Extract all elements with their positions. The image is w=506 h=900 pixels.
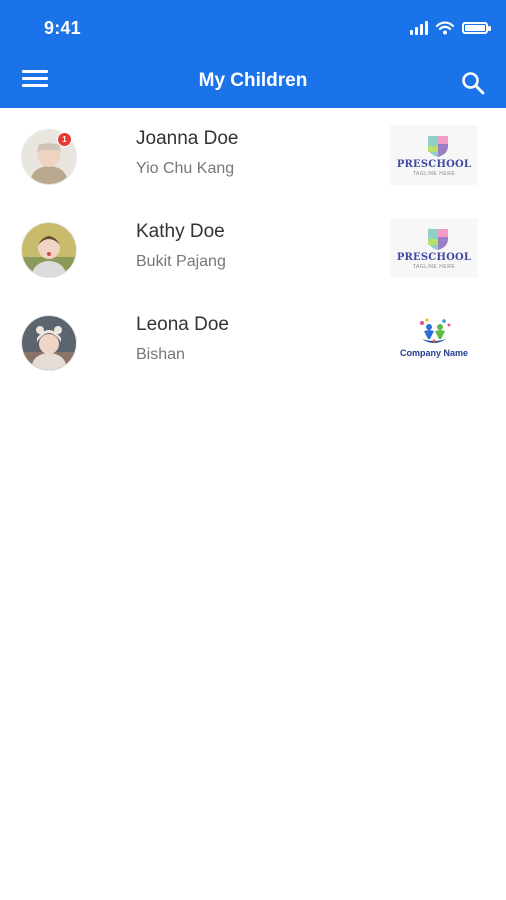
signal-icon [410,21,428,35]
preschool-logo: PRESCHOOL TAGLINE HERE [390,218,478,278]
child-name: Joanna Doe [136,128,239,149]
search-icon[interactable] [460,70,486,96]
logo-text: PRESCHOOL [396,159,472,170]
battery-icon [462,22,491,34]
status-time: 9:41 [44,18,81,38]
page-title: My Children [198,70,308,91]
company-logo: Company Name [390,311,478,371]
preschool-logo: PRESCHOOL TAGLINE HERE [390,125,478,185]
child-name: Kathy Doe [136,221,225,242]
child-avatar [22,316,76,370]
child-avatar [22,223,76,277]
child-location: Bukit Pajang [136,253,226,270]
wifi-icon [436,21,454,35]
child-name: Leona Doe [136,314,229,335]
logo-text: PRESCHOOL [396,252,472,263]
child-list-item[interactable]: 1 Joanna Doe Yio Chu Kang PRESCHOOL TAGL… [0,108,506,201]
child-list-item[interactable]: Kathy Doe Bukit Pajang PRESCHOOL TAGLINE… [0,201,506,294]
logo-subtext: TAGLINE HERE [412,171,456,177]
status-icons [410,18,491,38]
notification-badge: 1 [57,132,72,147]
child-location: Yio Chu Kang [136,160,235,177]
child-location: Bishan [136,346,185,363]
logo-subtext: TAGLINE HERE [412,264,456,270]
children-list: 1 Joanna Doe Yio Chu Kang PRESCHOOL TAGL… [0,108,506,387]
child-list-item[interactable]: Leona Doe Bishan Company Name [0,294,506,387]
logo-text: Company Name [399,348,469,358]
app-bar: 9:41 My Children [0,0,506,108]
